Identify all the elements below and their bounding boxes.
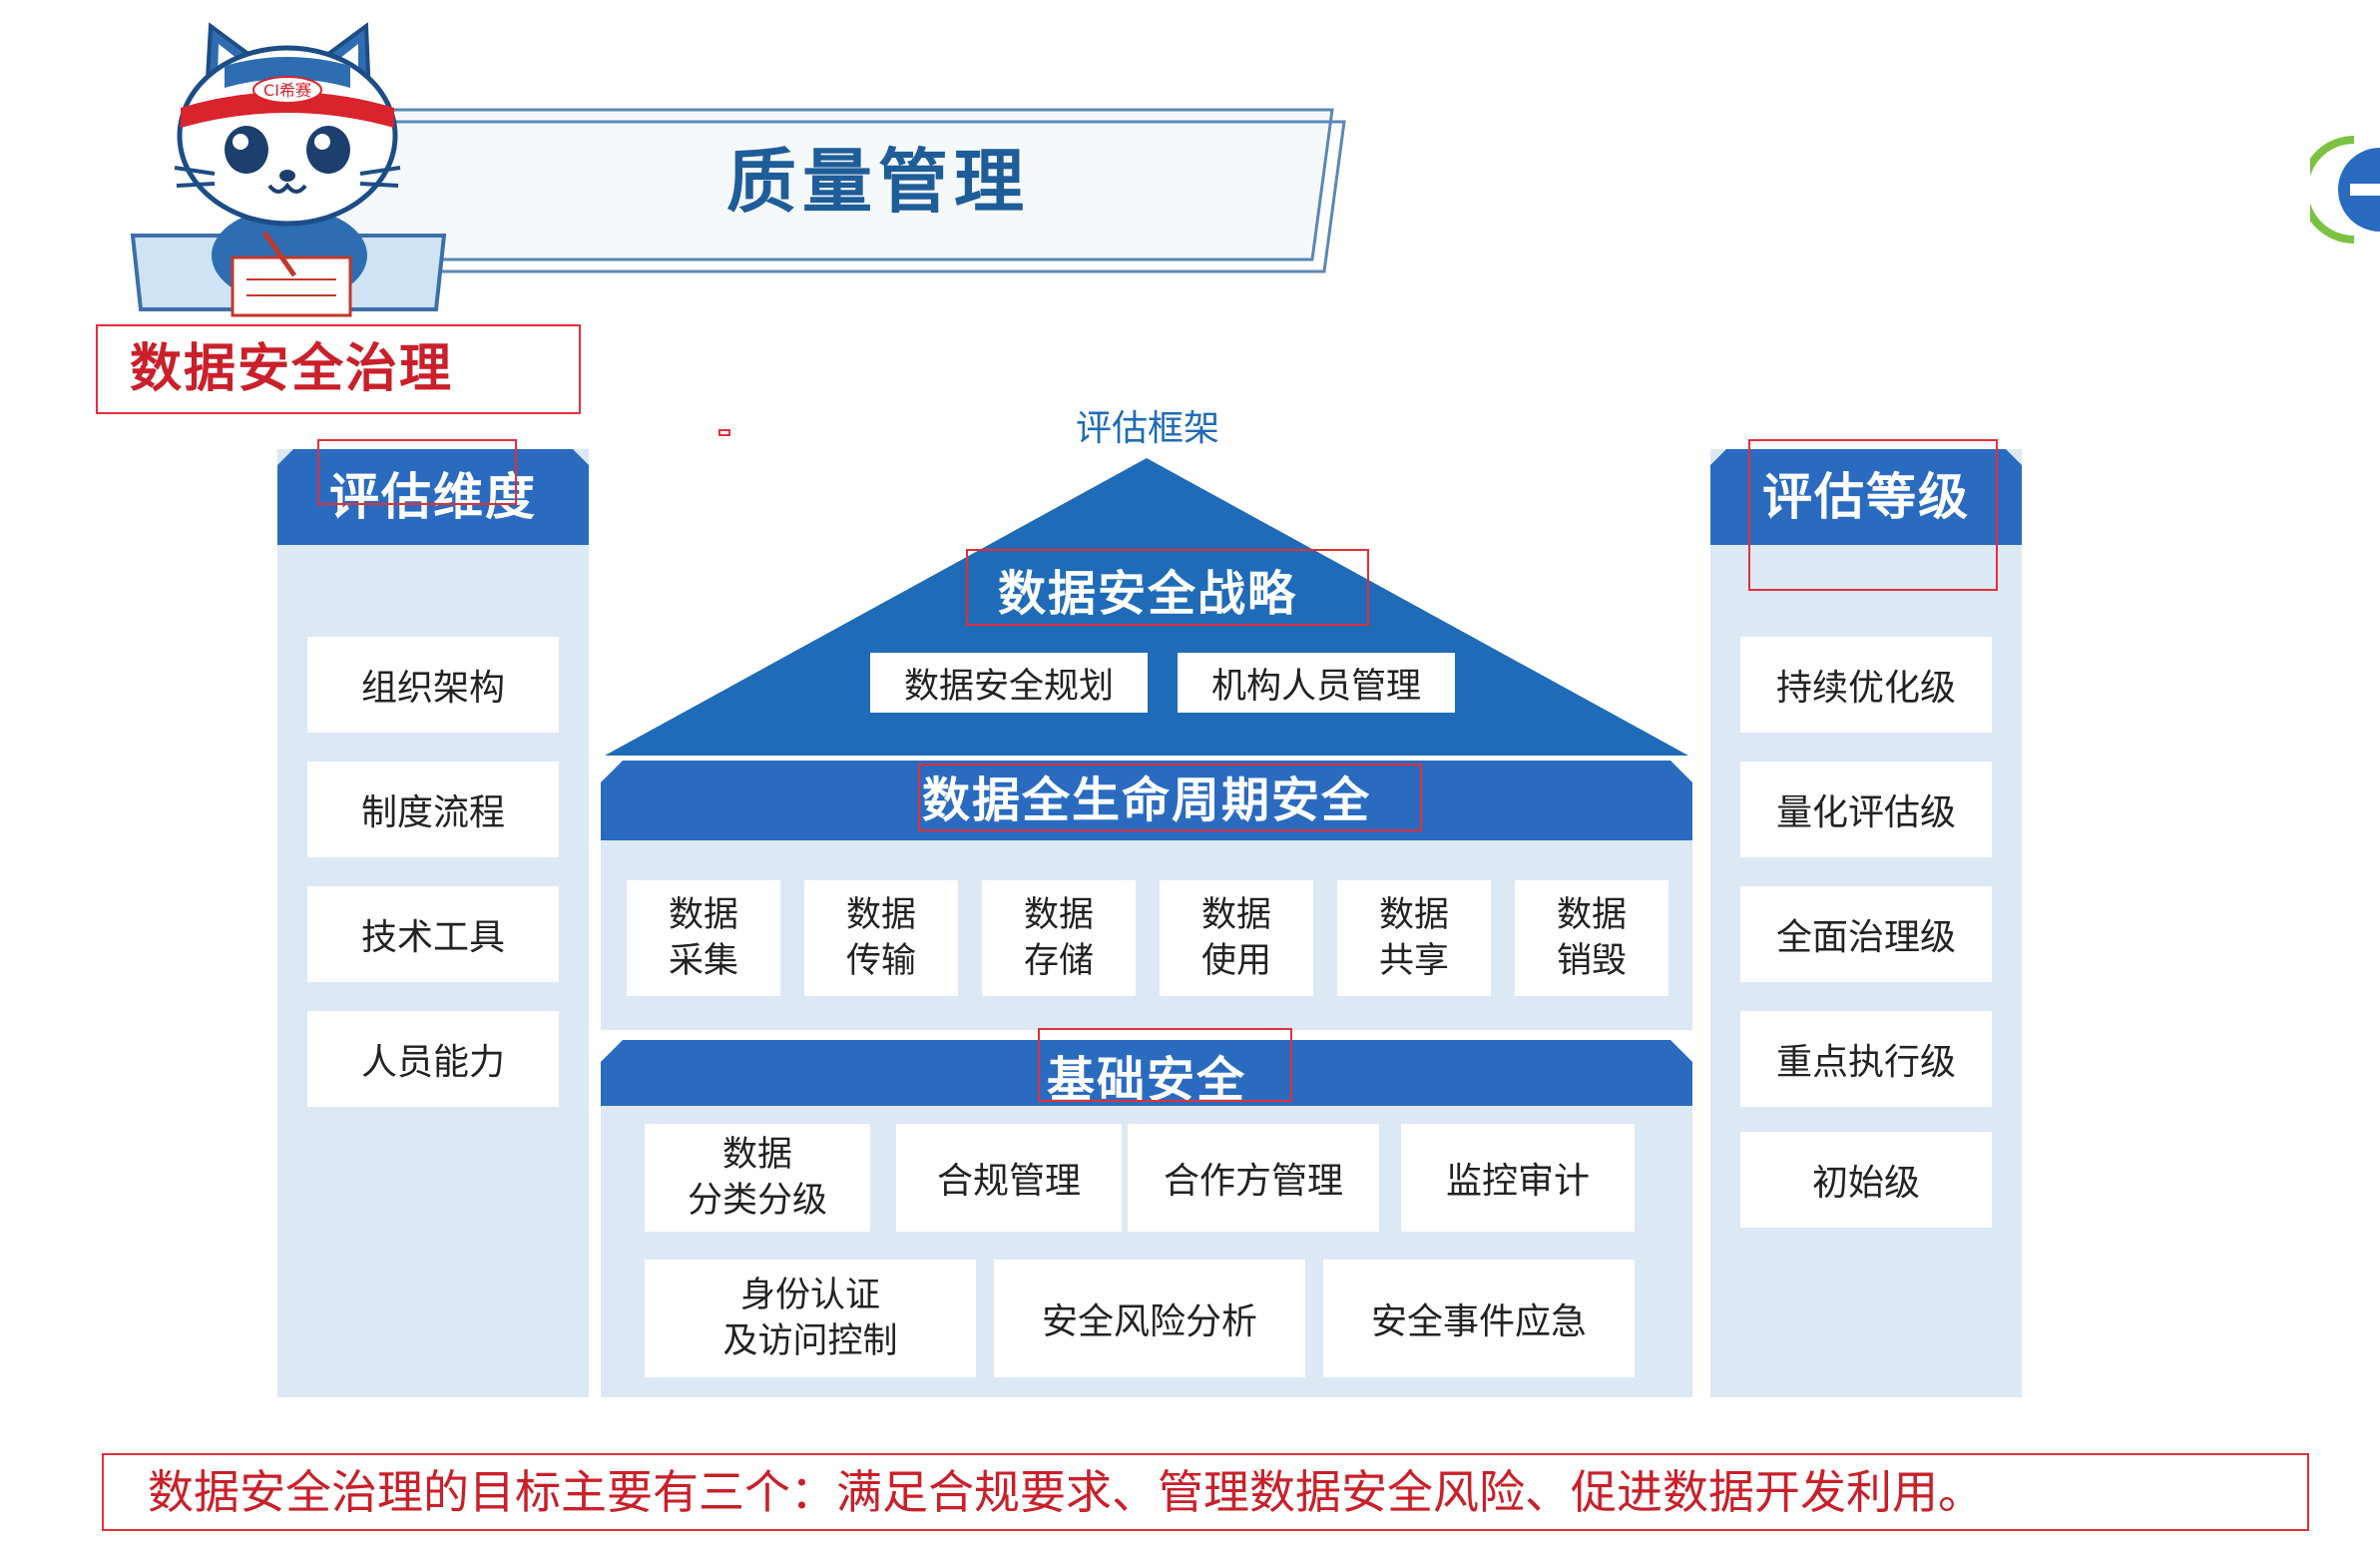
lifecycle-item-line: 共享 bbox=[1378, 941, 1449, 981]
lifecycle-highlight bbox=[918, 764, 1422, 831]
lifecycle-item: 数据 共享 bbox=[1337, 880, 1491, 996]
lifecycle-item-line: 数据 bbox=[845, 895, 916, 935]
dimension-item: 组织架构 bbox=[307, 637, 559, 733]
framework-label: 评估框架 bbox=[1075, 408, 1219, 449]
foundation-item: 安全事件应急 bbox=[1323, 1260, 1635, 1377]
foundation-item: 合作方管理 bbox=[1128, 1124, 1379, 1232]
foundation-item: 监控审计 bbox=[1401, 1124, 1635, 1232]
lifecycle-item: 数据 采集 bbox=[627, 880, 780, 996]
foundation-item-line: 分类分级 bbox=[687, 1181, 827, 1221]
foundation-item: 安全风险分析 bbox=[994, 1260, 1305, 1377]
strategy-highlight bbox=[966, 549, 1369, 626]
lifecycle-item-line: 数据 bbox=[668, 895, 738, 935]
cat-mascot-icon: CI希赛 bbox=[130, 22, 447, 317]
foundation-item: 数据 分类分级 bbox=[645, 1124, 870, 1232]
dimension-item: 技术工具 bbox=[307, 886, 559, 982]
strategy-item: 机构人员管理 bbox=[1178, 653, 1455, 713]
lifecycle-item-line: 数据 bbox=[1200, 895, 1271, 935]
lifecycle-item-line: 采集 bbox=[668, 941, 738, 981]
mascot-badge-text: CI希赛 bbox=[263, 81, 311, 100]
goal-statement: 数据安全治理的目标主要有三个：满足合规要求、管理数据安全风险、促进数据开发利用。 bbox=[148, 1465, 1984, 1519]
lifecycle-item-line: 数据 bbox=[1556, 895, 1627, 935]
section-subtitle: 数据安全治理 bbox=[130, 339, 454, 399]
foundation-item-line: 及访问控制 bbox=[722, 1321, 898, 1361]
lifecycle-item-line: 传输 bbox=[845, 941, 916, 981]
dimension-item: 人员能力 bbox=[307, 1011, 559, 1107]
lifecycle-item-line: 数据 bbox=[1023, 895, 1094, 935]
level-item: 持续优化级 bbox=[1740, 637, 1992, 733]
foundation-item: 合规管理 bbox=[896, 1124, 1122, 1232]
foundation-item-line: 身份认证 bbox=[739, 1276, 880, 1315]
lifecycle-item: 数据 传输 bbox=[804, 880, 958, 996]
dimensions-header-highlight bbox=[317, 439, 517, 505]
lifecycle-item: 数据 存储 bbox=[982, 880, 1136, 996]
foundation-item-line: 数据 bbox=[721, 1135, 792, 1175]
lifecycle-item: 数据 销毁 bbox=[1515, 880, 1668, 996]
page-title: 质量管理 bbox=[726, 141, 1030, 223]
dimension-item: 制度流程 bbox=[307, 762, 559, 857]
lifecycle-item: 数据 使用 bbox=[1160, 880, 1313, 996]
annotation-mark bbox=[718, 429, 730, 436]
lifecycle-item-line: 使用 bbox=[1200, 941, 1271, 981]
strategy-item: 数据安全规划 bbox=[870, 653, 1148, 713]
lifecycle-item-line: 数据 bbox=[1378, 895, 1449, 935]
level-item: 全面治理级 bbox=[1740, 886, 1992, 982]
level-item: 重点执行级 bbox=[1740, 1011, 1992, 1107]
foundation-highlight bbox=[1038, 1028, 1292, 1102]
partial-logo-icon bbox=[2310, 136, 2380, 244]
foundation-item: 身份认证 及访问控制 bbox=[645, 1260, 976, 1377]
lifecycle-item-line: 存储 bbox=[1023, 941, 1094, 981]
level-item: 量化评估级 bbox=[1740, 762, 1992, 857]
levels-header-highlight bbox=[1748, 439, 1998, 591]
lifecycle-item-line: 销毁 bbox=[1556, 941, 1627, 981]
level-item: 初始级 bbox=[1740, 1132, 1992, 1228]
